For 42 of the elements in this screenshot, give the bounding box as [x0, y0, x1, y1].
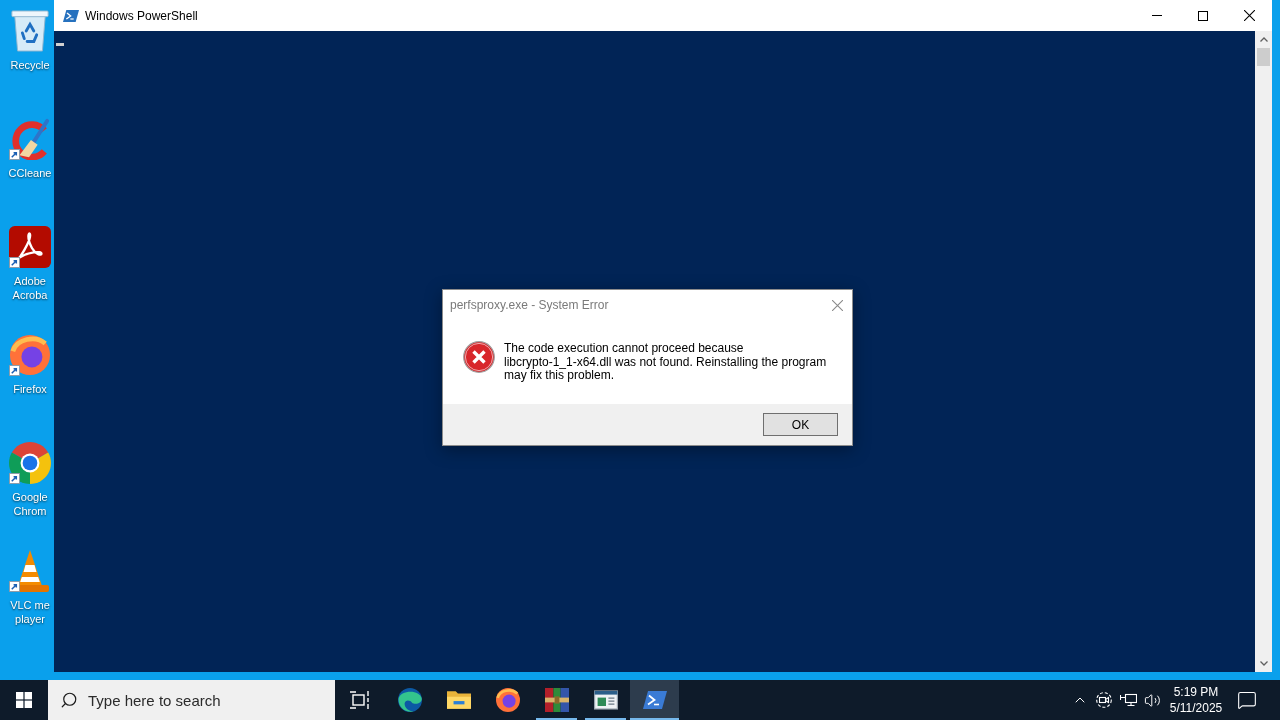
chrome-logo-icon	[9, 442, 51, 484]
chevron-up-icon	[1259, 37, 1268, 42]
camera-icon	[1096, 692, 1112, 708]
terminal-prompt-icon	[63, 9, 79, 22]
scroll-thumb[interactable]	[1257, 48, 1270, 66]
text-cursor-icon	[56, 43, 64, 46]
clock-time: 5:19 PM	[1173, 684, 1219, 700]
minimize-icon	[1152, 15, 1162, 16]
recycle-bin-icon	[9, 10, 51, 52]
cleaner-logo-icon	[9, 118, 51, 160]
clock-date: 5/11/2025	[1169, 700, 1223, 716]
search-icon	[60, 691, 78, 709]
maximize-icon	[1198, 10, 1208, 21]
window-title: Windows PowerShell	[85, 7, 198, 25]
windows-logo-icon	[16, 692, 32, 708]
desktop-shortcut[interactable]: VLC me player	[0, 540, 54, 648]
ok-button[interactable]: OK	[763, 413, 838, 436]
network-monitor-icon	[1119, 692, 1137, 708]
volume-icon	[1143, 691, 1161, 709]
pdf-logo-icon	[9, 226, 51, 268]
dialog-title: perfsproxy.exe - System Error	[449, 297, 609, 314]
desktop-shortcut[interactable]: Firefox	[0, 324, 54, 432]
chevron-down-icon	[1259, 661, 1268, 666]
close-icon	[831, 299, 843, 311]
desktop-shortcut[interactable]: Google Chrom	[0, 432, 54, 540]
notification-icon	[1237, 690, 1257, 710]
error-icon	[463, 341, 495, 373]
desktop-shortcut[interactable]: CCleane	[0, 108, 54, 216]
archive-books-icon	[544, 688, 569, 712]
terminal-prompt-icon	[642, 688, 667, 712]
search-field[interactable]: Type here to search	[48, 680, 335, 720]
close-icon	[1243, 10, 1255, 21]
scrollbar[interactable]	[1255, 31, 1272, 672]
app-window-icon	[593, 688, 618, 712]
desktop-shortcut[interactable]: Recycle	[0, 0, 54, 108]
folder-icon	[446, 688, 471, 712]
firefox-logo-icon	[9, 334, 51, 376]
desktop-shortcut[interactable]: Adobe Acroba	[0, 216, 54, 324]
task-view-icon	[350, 691, 370, 709]
firefox-logo-icon	[495, 688, 520, 712]
browser-wave-icon	[397, 688, 422, 712]
error-message: The code execution cannot proceed because libcrypto-1_1-x64.dll was not found. Reinstalling the program may fix this problem.	[504, 341, 828, 384]
